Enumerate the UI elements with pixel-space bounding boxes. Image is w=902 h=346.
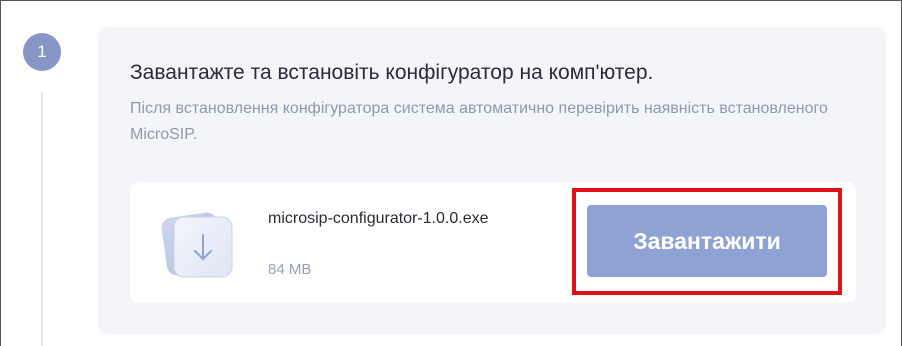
step-number-badge: 1 [23, 33, 61, 71]
step-description: Після встановлення конфігуратора система… [130, 100, 828, 143]
download-file-icon [160, 203, 240, 283]
step-number: 1 [37, 42, 47, 61]
download-button[interactable]: Завантажити [587, 205, 827, 277]
file-size: 84 MB [268, 261, 312, 278]
step-connector-line [41, 92, 43, 346]
step-title: Завантажте та встановіть конфігуратор на… [130, 61, 654, 84]
file-name: microsip-configurator-1.0.0.exe [268, 210, 489, 227]
